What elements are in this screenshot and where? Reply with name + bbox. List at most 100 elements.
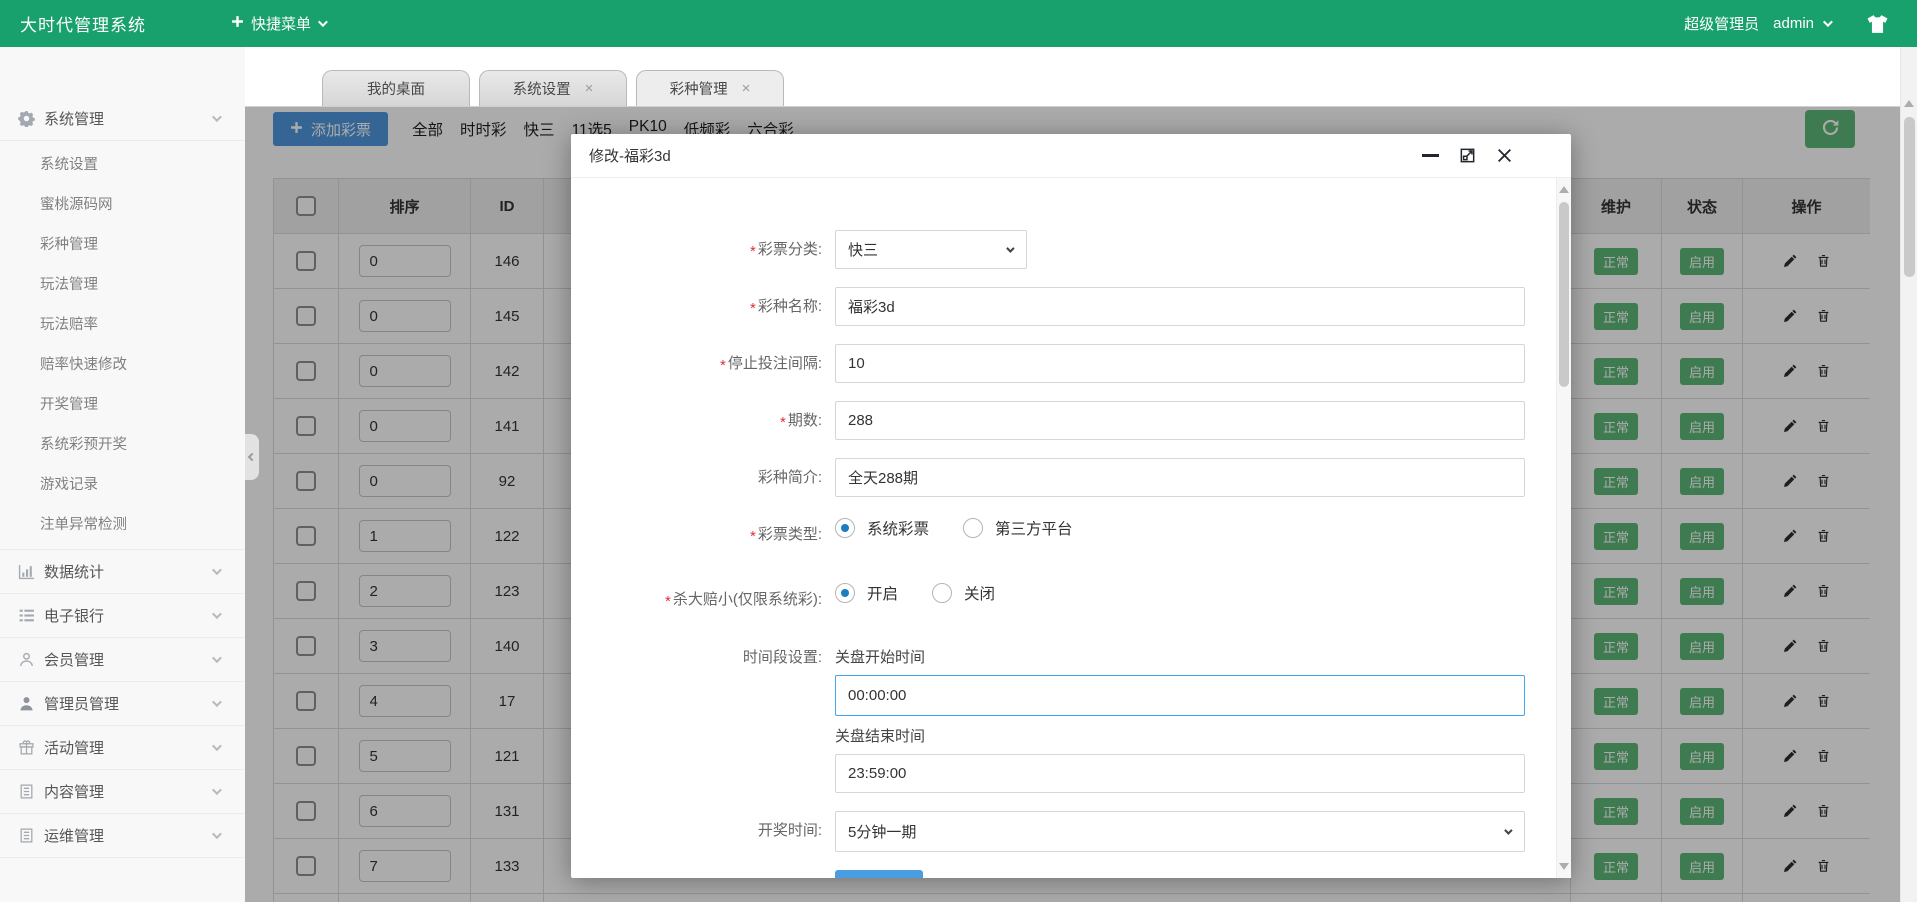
quick-menu-button[interactable]: 快捷菜单: [231, 13, 325, 34]
sidebar-group-label: 内容管理: [44, 781, 212, 802]
stop-interval-input[interactable]: [835, 344, 1525, 383]
chevron-down-icon: [212, 697, 222, 707]
user-o-icon: [18, 651, 35, 668]
chart-icon: [18, 563, 35, 580]
sidebar-group-label: 电子银行: [44, 605, 212, 626]
form-row-intro: 彩种简介:: [571, 458, 1556, 497]
tab-close-icon[interactable]: ×: [742, 81, 751, 96]
radio-kill-on[interactable]: 开启: [835, 582, 898, 604]
chevron-down-icon: [212, 653, 222, 663]
close-end-time-input[interactable]: [835, 754, 1525, 793]
sidebar-group-7[interactable]: 运维管理: [0, 814, 245, 858]
tab-彩种管理[interactable]: 彩种管理 ×: [636, 70, 784, 106]
scrollbar-thumb[interactable]: [1559, 202, 1569, 387]
sidebar-item[interactable]: 注单异常检测: [0, 505, 245, 545]
sidebar-group-1[interactable]: 数据统计: [0, 550, 245, 594]
radio-dot: [932, 583, 952, 603]
chevron-down-icon: [318, 17, 328, 27]
theme-icon[interactable]: [1866, 14, 1889, 34]
form-row-category: 彩票分类: 快三: [571, 230, 1556, 269]
page-scrollbar[interactable]: [1900, 47, 1917, 902]
sidebar-group-2[interactable]: 电子银行: [0, 594, 245, 638]
plus-icon: [231, 15, 244, 32]
close-start-label: 关盘开始时间: [835, 645, 1525, 671]
list-icon: [18, 607, 35, 624]
lottery-name-input[interactable]: [835, 287, 1525, 326]
submit-button[interactable]: 提交: [835, 870, 923, 878]
sidebar-collapse-handle[interactable]: [245, 434, 259, 480]
app-title: 大时代管理系统: [20, 11, 146, 36]
radio-third-party[interactable]: 第三方平台: [963, 517, 1073, 539]
sidebar-group-label: 系统管理: [44, 108, 212, 129]
sidebar-item[interactable]: 开奖管理: [0, 385, 245, 425]
sidebar-group-5[interactable]: 活动管理: [0, 726, 245, 770]
intro-input[interactable]: [835, 458, 1525, 497]
chevron-down-icon: [212, 741, 222, 751]
modal-header: 修改-福彩3d: [571, 134, 1571, 178]
radio-kill-off[interactable]: 关闭: [932, 582, 995, 604]
scroll-up-arrow[interactable]: [1904, 100, 1914, 107]
modal-title: 修改-福彩3d: [589, 145, 671, 166]
field-label: 杀大赔小(仅限系统彩):: [571, 580, 835, 619]
tab-系统设置[interactable]: 系统设置×: [479, 70, 627, 106]
scroll-down-arrow[interactable]: [1559, 863, 1569, 870]
sidebar-group-3[interactable]: 会员管理: [0, 638, 245, 682]
draw-time-select[interactable]: 5分钟一期: [835, 811, 1525, 852]
chevron-down-icon: [212, 785, 222, 795]
field-label: 彩种名称:: [571, 287, 835, 326]
sidebar-item[interactable]: 玩法赔率: [0, 305, 245, 345]
radio-system-lottery[interactable]: 系统彩票: [835, 517, 929, 539]
category-select[interactable]: 快三: [835, 230, 1027, 269]
username-label: admin: [1773, 15, 1814, 32]
sidebar-group-label: 数据统计: [44, 561, 212, 582]
chevron-down-icon: [212, 112, 222, 122]
sidebar-group-4[interactable]: 管理员管理: [0, 682, 245, 726]
sidebar-item[interactable]: 赔率快速修改: [0, 345, 245, 385]
sidebar: 系统管理系统设置蜜桃源码网彩种管理玩法管理玩法赔率赔率快速修改开奖管理系统彩预开…: [0, 47, 245, 902]
chevron-down-icon: [1823, 17, 1833, 27]
modal-scrollbar[interactable]: [1556, 178, 1571, 878]
sidebar-item[interactable]: 系统彩预开奖: [0, 425, 245, 465]
form-row-time-range: 时间段设置: 关盘开始时间 关盘结束时间: [571, 645, 1556, 793]
gift-icon: [18, 739, 35, 756]
app-header: 大时代管理系统 快捷菜单 超级管理员 admin: [0, 0, 1917, 47]
gear-icon: [18, 110, 35, 127]
chevron-down-icon: [212, 829, 222, 839]
scroll-up-arrow[interactable]: [1559, 186, 1569, 193]
close-button[interactable]: [1496, 147, 1513, 164]
form-row-type: 彩票类型: 系统彩票 第三方平台: [571, 515, 1556, 554]
radio-label: 系统彩票: [867, 517, 929, 539]
periods-input[interactable]: [835, 401, 1525, 440]
sidebar-group-0[interactable]: 系统管理: [0, 97, 245, 141]
sidebar-item[interactable]: 蜜桃源码网: [0, 185, 245, 225]
radio-label: 关闭: [964, 582, 995, 604]
radio-dot: [835, 583, 855, 603]
user-menu[interactable]: admin: [1773, 15, 1830, 32]
form-row-kill-big: 杀大赔小(仅限系统彩): 开启 关闭: [571, 580, 1556, 619]
tab-我的桌面[interactable]: 我的桌面: [322, 70, 470, 106]
sidebar-item[interactable]: 游戏记录: [0, 465, 245, 505]
tab-label: 彩种管理: [670, 78, 728, 99]
field-label: 时间段设置:: [571, 645, 835, 793]
radio-dot: [835, 518, 855, 538]
sidebar-group-label: 运维管理: [44, 825, 212, 846]
maximize-button[interactable]: [1459, 147, 1476, 164]
minimize-button[interactable]: [1422, 154, 1439, 157]
sidebar-group-label: 活动管理: [44, 737, 212, 758]
chevron-down-icon: [212, 609, 222, 619]
sidebar-item[interactable]: 系统设置: [0, 145, 245, 185]
close-start-time-input[interactable]: [835, 675, 1525, 716]
sidebar-group-6[interactable]: 内容管理: [0, 770, 245, 814]
doc-icon: [18, 783, 35, 800]
tab-close-icon[interactable]: ×: [585, 81, 594, 96]
modal-body: 彩票分类: 快三 彩种名称: 停止投注间隔: 期数:: [571, 178, 1556, 878]
radio-label: 第三方平台: [995, 517, 1073, 539]
tab-bar: 我的桌面 系统设置× 彩种管理 ×: [245, 70, 1900, 107]
field-label: 期数:: [571, 401, 835, 440]
field-label: 开奖时间:: [571, 811, 835, 852]
close-end-label: 关盘结束时间: [835, 724, 1525, 750]
tab-label: 我的桌面: [367, 78, 425, 99]
scrollbar-thumb[interactable]: [1904, 117, 1915, 277]
sidebar-item[interactable]: 彩种管理: [0, 225, 245, 265]
sidebar-item[interactable]: 玩法管理: [0, 265, 245, 305]
